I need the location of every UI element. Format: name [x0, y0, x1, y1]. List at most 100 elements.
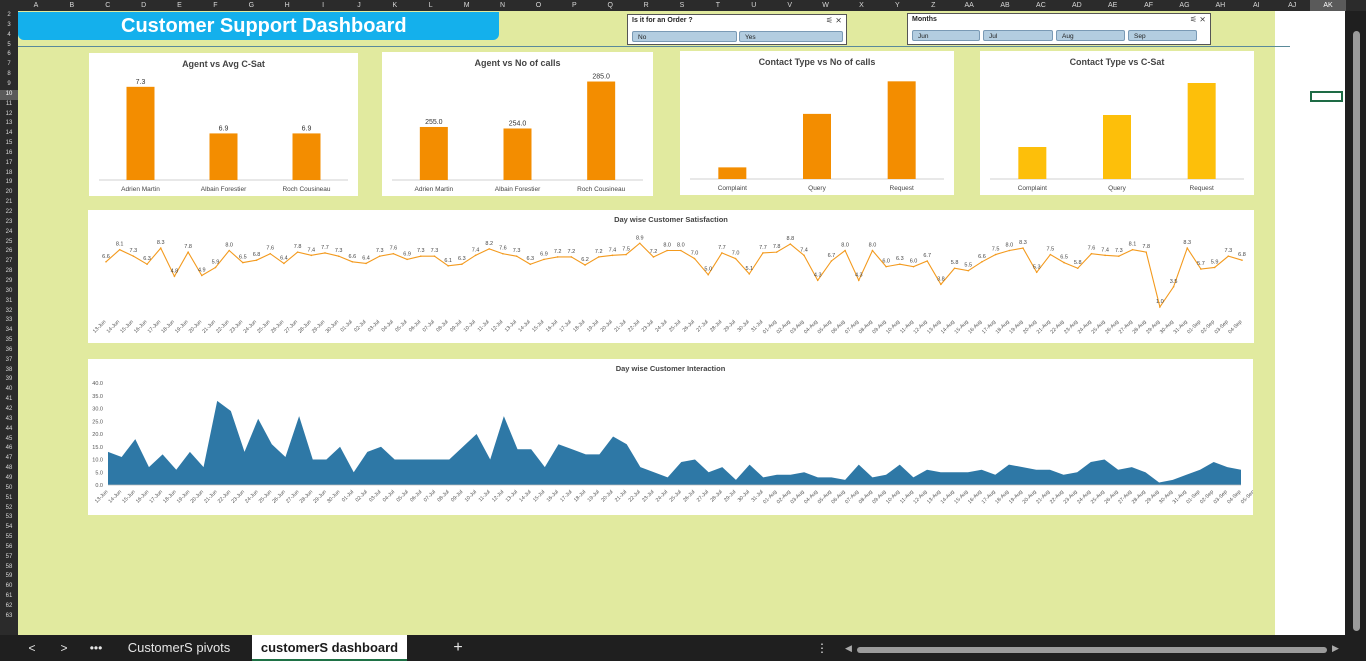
sheet-tab-dashboard[interactable]: customerS dashboard — [252, 635, 407, 661]
column-header-s[interactable]: S — [664, 0, 700, 11]
row-header-62[interactable]: 62 — [0, 602, 18, 612]
row-header-51[interactable]: 51 — [0, 494, 18, 504]
row-header-26[interactable]: 26 — [0, 247, 18, 257]
column-header-t[interactable]: T — [700, 0, 736, 11]
row-header-14[interactable]: 14 — [0, 129, 18, 139]
row-header-35[interactable]: 35 — [0, 336, 18, 346]
column-header-af[interactable]: AF — [1131, 0, 1167, 11]
column-header-m[interactable]: M — [449, 0, 485, 11]
row-header-31[interactable]: 31 — [0, 297, 18, 307]
column-header-u[interactable]: U — [736, 0, 772, 11]
row-header-54[interactable]: 54 — [0, 523, 18, 533]
prev-sheet-button[interactable]: < — [20, 635, 44, 661]
column-header-ad[interactable]: AD — [1059, 0, 1095, 11]
slicer-item-no[interactable]: No — [632, 31, 737, 42]
row-header-40[interactable]: 40 — [0, 385, 18, 395]
row-header-32[interactable]: 32 — [0, 307, 18, 317]
column-header-ac[interactable]: AC — [1023, 0, 1059, 11]
row-header-61[interactable]: 61 — [0, 592, 18, 602]
slicer-item-jun[interactable]: Jun — [912, 30, 980, 41]
slicer-item-sep[interactable]: Sep — [1128, 30, 1197, 41]
row-header-13[interactable]: 13 — [0, 119, 18, 129]
row-header-2[interactable]: 2 — [0, 11, 18, 21]
column-header-n[interactable]: N — [485, 0, 521, 11]
row-header-33[interactable]: 33 — [0, 316, 18, 326]
row-header-29[interactable]: 29 — [0, 277, 18, 287]
column-header-x[interactable]: X — [844, 0, 880, 11]
horizontal-scrollbar[interactable]: ◀ ▶ — [845, 643, 1340, 655]
row-header-53[interactable]: 53 — [0, 513, 18, 523]
vertical-scrollbar[interactable] — [1346, 11, 1366, 635]
row-header-17[interactable]: 17 — [0, 159, 18, 169]
add-sheet-button[interactable]: + — [446, 635, 470, 661]
column-header-o[interactable]: O — [520, 0, 556, 11]
row-header-34[interactable]: 34 — [0, 326, 18, 336]
column-header-l[interactable]: L — [413, 0, 449, 11]
chart-agent-csat[interactable]: Agent vs Avg C-Sat Adrien Martin 7.3 Albain… — [89, 53, 358, 196]
row-header-7[interactable]: 7 — [0, 60, 18, 70]
row-header-19[interactable]: 19 — [0, 178, 18, 188]
column-header-h[interactable]: H — [269, 0, 305, 11]
slicer-filter-icons[interactable]: ⚟ ⨯ — [826, 16, 842, 25]
row-header-5[interactable]: 5 — [0, 41, 18, 51]
column-header-r[interactable]: R — [628, 0, 664, 11]
column-header-i[interactable]: I — [305, 0, 341, 11]
column-header-e[interactable]: E — [162, 0, 198, 11]
row-header-55[interactable]: 55 — [0, 533, 18, 543]
column-header-v[interactable]: V — [772, 0, 808, 11]
row-header-44[interactable]: 44 — [0, 425, 18, 435]
months-slicer[interactable]: Months ⚟ ⨯ Jun Jul Aug Sep — [907, 13, 1211, 45]
row-header-30[interactable]: 30 — [0, 287, 18, 297]
row-header-3[interactable]: 3 — [0, 21, 18, 31]
row-header-52[interactable]: 52 — [0, 504, 18, 514]
column-header-aa[interactable]: AA — [951, 0, 987, 11]
column-header-c[interactable]: C — [90, 0, 126, 11]
column-header-k[interactable]: K — [377, 0, 413, 11]
row-header-16[interactable]: 16 — [0, 149, 18, 159]
column-header-ak[interactable]: AK — [1310, 0, 1346, 11]
row-header-38[interactable]: 38 — [0, 366, 18, 376]
row-header-41[interactable]: 41 — [0, 395, 18, 405]
row-header-10[interactable]: 10 — [0, 89, 18, 100]
row-header-59[interactable]: 59 — [0, 572, 18, 582]
row-header-36[interactable]: 36 — [0, 346, 18, 356]
horizontal-scroll-thumb[interactable] — [857, 647, 1327, 653]
slicer-item-aug[interactable]: Aug — [1056, 30, 1125, 41]
column-header-y[interactable]: Y — [879, 0, 915, 11]
row-header-12[interactable]: 12 — [0, 110, 18, 120]
column-header-a[interactable]: A — [18, 0, 54, 11]
row-header-63[interactable]: 63 — [0, 612, 18, 622]
chart-daily-csat[interactable]: Day wise Customer Satisfaction 6.6 13-Jun 8… — [88, 210, 1254, 343]
chart-daily-interaction[interactable]: Day wise Customer Interaction 0.0 5.0 10.0 1… — [88, 359, 1253, 515]
column-header-ae[interactable]: AE — [1095, 0, 1131, 11]
row-header-60[interactable]: 60 — [0, 582, 18, 592]
column-header-d[interactable]: D — [126, 0, 162, 11]
column-header-aj[interactable]: AJ — [1274, 0, 1310, 11]
row-header-49[interactable]: 49 — [0, 474, 18, 484]
chart-contact-csat[interactable]: Contact Type vs C-Sat Complaint Query Reque… — [980, 51, 1254, 195]
row-header-57[interactable]: 57 — [0, 553, 18, 563]
order-slicer[interactable]: Is it for an Order ? ⚟ ⨯ No Yes — [627, 14, 847, 45]
row-header-28[interactable]: 28 — [0, 267, 18, 277]
active-cell-selection[interactable] — [1310, 91, 1343, 102]
column-header-w[interactable]: W — [808, 0, 844, 11]
column-header-f[interactable]: F — [197, 0, 233, 11]
row-header-42[interactable]: 42 — [0, 405, 18, 415]
vertical-scroll-thumb[interactable] — [1353, 31, 1360, 631]
scroll-right-icon[interactable]: ▶ — [1332, 643, 1339, 654]
column-header-g[interactable]: G — [233, 0, 269, 11]
row-header-39[interactable]: 39 — [0, 375, 18, 385]
row-header-20[interactable]: 20 — [0, 188, 18, 198]
row-header-58[interactable]: 58 — [0, 563, 18, 573]
row-header-4[interactable]: 4 — [0, 31, 18, 41]
row-header-37[interactable]: 37 — [0, 356, 18, 366]
chart-contact-calls[interactable]: Contact Type vs No of calls Complaint Quer… — [680, 51, 954, 195]
column-header-b[interactable]: B — [54, 0, 90, 11]
column-header-ah[interactable]: AH — [1202, 0, 1238, 11]
slicer-filter-icons[interactable]: ⚟ ⨯ — [1190, 15, 1206, 24]
column-header-z[interactable]: Z — [915, 0, 951, 11]
next-sheet-button[interactable]: > — [52, 635, 76, 661]
row-header-46[interactable]: 46 — [0, 444, 18, 454]
slicer-item-jul[interactable]: Jul — [983, 30, 1053, 41]
options-icon[interactable]: ⋮ — [812, 635, 832, 661]
